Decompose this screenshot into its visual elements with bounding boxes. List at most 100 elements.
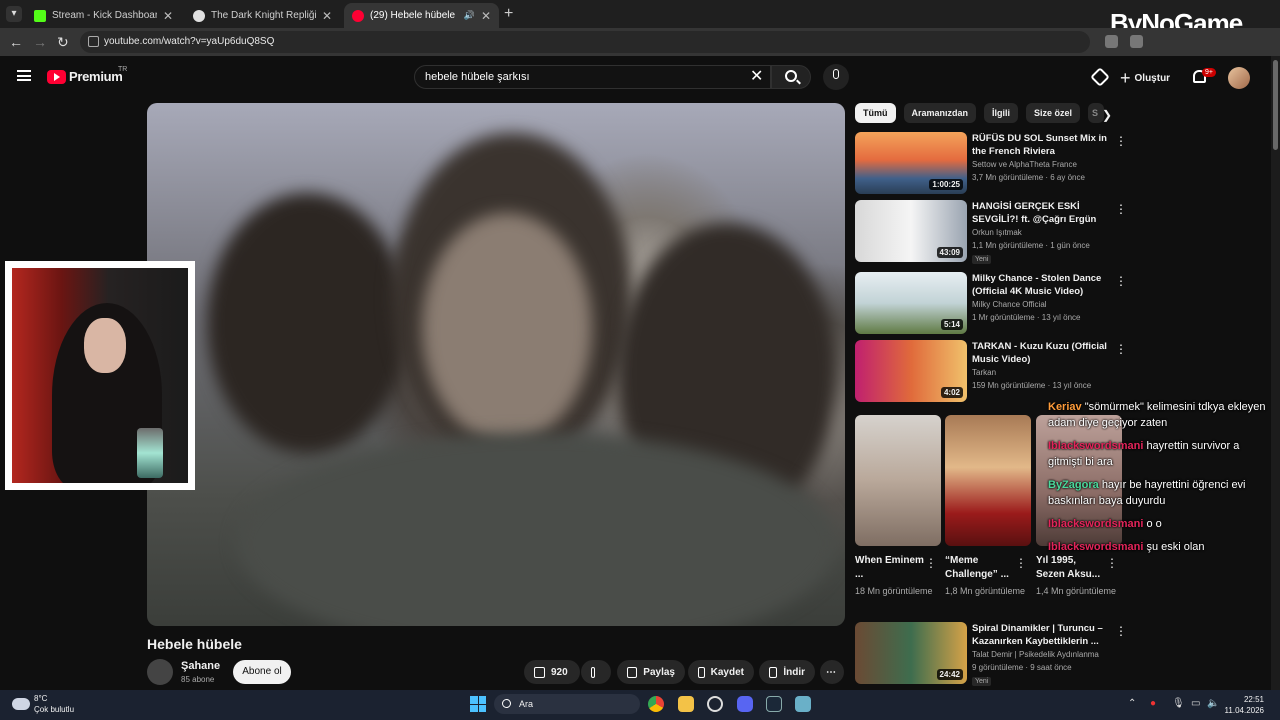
windows-start-icon[interactable] (470, 696, 486, 712)
tab-dark-knight[interactable]: The Dark Knight Repliği ✕ (185, 3, 340, 28)
recommendation-item[interactable]: 43:09 HANGİSİ GERÇEK ESKİ SEVGİLİ?! ft. … (855, 200, 1127, 264)
dislike-button[interactable] (581, 660, 611, 684)
recommendation-title[interactable]: TARKAN - Kuzu Kuzu (Official Music Video… (972, 340, 1112, 366)
more-options-icon[interactable]: ⋮ (1115, 202, 1127, 216)
install-app-icon[interactable] (1105, 35, 1118, 48)
tray-app-icon[interactable]: ● (1150, 698, 1156, 709)
chat-text: o o (1146, 518, 1162, 530)
tab-list-button[interactable]: ▾ (6, 6, 22, 22)
audio-icon[interactable]: 🔊 (464, 10, 475, 21)
chip-all[interactable]: Tümü (855, 103, 896, 123)
video-thumbnail[interactable]: 43:09 (855, 200, 967, 262)
cast-icon[interactable] (1090, 67, 1110, 87)
microphone-icon[interactable]: 🎙 (1172, 698, 1185, 709)
like-button[interactable]: 920 (524, 660, 580, 684)
recommendation-title[interactable]: RÜFÜS DU SOL Sunset Mix in the French Ri… (972, 132, 1112, 158)
new-tab-button[interactable]: + (504, 5, 513, 23)
channel-avatar[interactable] (147, 659, 173, 685)
video-thumbnail[interactable]: 1:00:25 (855, 132, 967, 194)
shorts-item[interactable]: “Meme Challenge” ... 1,8 Mn görüntüleme … (945, 415, 1031, 598)
download-button[interactable]: İndir (759, 660, 815, 684)
video-player[interactable] (147, 103, 845, 626)
youtube-premium-logo[interactable]: Premium (47, 69, 123, 84)
recommendation-item[interactable]: 5:14 Milky Chance - Stolen Dance (Offici… (855, 272, 1127, 334)
close-tab-icon[interactable]: ✕ (322, 9, 332, 23)
search-button[interactable] (771, 65, 811, 89)
video-thumbnail[interactable]: 24:42 (855, 622, 967, 684)
weather-temperature: 8°C (34, 694, 48, 703)
shorts-thumbnail[interactable] (855, 415, 941, 546)
url-field[interactable]: youtube.com/watch?v=yaUp6duQ8SQ (80, 31, 1090, 53)
channel-name[interactable]: Şahane (181, 660, 220, 672)
recommendation-title[interactable]: HANGİSİ GERÇEK ESKİ SEVGİLİ?! ft. @Çağrı… (972, 200, 1112, 226)
close-tab-icon[interactable]: ✕ (481, 9, 491, 23)
recommendation-channel[interactable]: Settow ve AlphaTheta France (972, 160, 1077, 169)
notification-badge: 9+ (1202, 68, 1216, 77)
chip-for-you[interactable]: Size özel (1026, 103, 1081, 123)
weather-widget[interactable] (12, 694, 30, 710)
chat-message: Keriav "sömürmek" kelimesini tdkya ekley… (1048, 399, 1276, 431)
share-button[interactable]: Paylaş (617, 660, 685, 684)
shorts-title[interactable]: “Meme Challenge” ... (945, 554, 1015, 582)
shorts-title[interactable]: When Eminem ... (855, 554, 925, 582)
clear-search-icon[interactable]: ✕ (750, 66, 763, 86)
tray-overflow-icon[interactable]: ⌃ (1128, 698, 1136, 709)
recommendation-item[interactable]: 1:00:25 RÜFÜS DU SOL Sunset Mix in the F… (855, 132, 1127, 194)
search-input[interactable]: hebele hübele şarkısı (414, 65, 771, 89)
recommendation-channel[interactable]: Tarkan (972, 368, 996, 377)
app-icon[interactable] (707, 696, 723, 712)
more-options-icon[interactable]: ⋮ (1015, 556, 1027, 570)
forward-icon[interactable]: → (33, 34, 47, 50)
reload-icon[interactable]: ↻ (57, 34, 69, 51)
save-label: Kaydet (710, 666, 744, 678)
taskbar-search[interactable]: Ara (494, 694, 640, 714)
close-tab-icon[interactable]: ✕ (163, 9, 173, 23)
page-scrollbar[interactable] (1271, 56, 1280, 690)
menu-icon[interactable] (17, 70, 31, 81)
shorts-item[interactable]: When Eminem ... 18 Mn görüntüleme ⋮ (855, 415, 941, 598)
tab-youtube-active[interactable]: (29) Hebele hübele - YouTube 🔊 ✕ (344, 3, 499, 28)
recommendation-channel[interactable]: Talat Demir | Psikedelik Aydınlanma (972, 650, 1099, 659)
more-options-icon[interactable]: ⋮ (1115, 274, 1127, 288)
recommendation-item[interactable]: 24:42 Spiral Dinamikler | Turuncu – Kaza… (855, 622, 1127, 686)
video-thumbnail[interactable]: 4:02 (855, 340, 967, 402)
account-avatar[interactable] (1228, 67, 1250, 89)
recommendation-channel[interactable]: Orkun Işıtmak (972, 228, 1022, 237)
webcam-feed (12, 268, 188, 483)
back-icon[interactable]: ← (9, 34, 23, 50)
subscribe-button[interactable]: Abone ol (233, 660, 291, 684)
volume-icon[interactable]: 🔈 (1207, 698, 1219, 709)
voice-search-button[interactable] (823, 64, 849, 90)
chevron-right-icon[interactable]: ❯ (1102, 108, 1112, 122)
recommendation-item[interactable]: 4:02 TARKAN - Kuzu Kuzu (Official Music … (855, 340, 1127, 402)
youtube-header: Premium TR hebele hübele şarkısı ✕ + Olu… (0, 56, 1280, 98)
recommendation-title[interactable]: Spiral Dinamikler | Turuncu – Kazanırken… (972, 622, 1112, 648)
recommendation-channel[interactable]: Milky Chance Official (972, 300, 1047, 309)
tab-kick-dashboard[interactable]: Stream - Kick Dashboard ✕ (26, 3, 181, 28)
network-icon[interactable]: ▭ (1191, 698, 1200, 709)
save-button[interactable]: Kaydet (688, 660, 754, 684)
chrome-icon[interactable] (648, 696, 664, 712)
more-options-icon[interactable]: ⋮ (1115, 134, 1127, 148)
page-icon (193, 9, 205, 22)
bookmark-star-icon[interactable] (1130, 35, 1143, 48)
create-button[interactable]: + Oluştur (1120, 68, 1170, 89)
scrollbar-thumb[interactable] (1273, 60, 1278, 150)
site-info-icon[interactable] (88, 36, 99, 47)
taskbar-clock[interactable]: 22:51 11.04.2026 (1224, 694, 1264, 716)
steam-icon[interactable] (766, 696, 782, 712)
more-options-icon[interactable]: ⋮ (925, 556, 937, 570)
recommendation-title[interactable]: Milky Chance - Stolen Dance (Official 4K… (972, 272, 1112, 298)
more-options-icon[interactable]: ⋮ (1115, 342, 1127, 356)
chip-related[interactable]: İlgili (984, 103, 1019, 123)
discord-icon[interactable] (737, 696, 753, 712)
app-icon[interactable] (795, 696, 811, 712)
more-actions-button[interactable]: ⋯ (820, 660, 844, 684)
more-options-icon[interactable]: ⋮ (1115, 624, 1127, 638)
file-explorer-icon[interactable] (678, 696, 694, 712)
tab-title: The Dark Knight Repliği (211, 10, 316, 21)
video-frame-person (207, 193, 407, 453)
chip-from-search[interactable]: Aramanızdan (903, 103, 977, 123)
shorts-thumbnail[interactable] (945, 415, 1031, 546)
video-thumbnail[interactable]: 5:14 (855, 272, 967, 334)
